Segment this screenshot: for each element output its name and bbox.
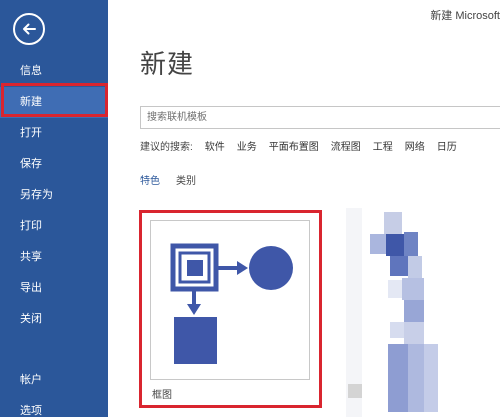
blur-block <box>348 384 362 398</box>
blur-block <box>384 212 402 234</box>
suggested-link-engineering[interactable]: 工程 <box>373 138 393 153</box>
blur-block <box>386 234 404 256</box>
suggested-searches: 建议的搜索: 软件 业务 平面布置图 流程图 工程 网络 日历 <box>140 138 457 153</box>
sidebar-item-close[interactable]: 关闭 <box>0 304 108 335</box>
back-arrow-icon <box>23 23 36 35</box>
template-highlight-box <box>139 210 322 408</box>
blur-block <box>390 256 408 276</box>
template-filter-tabs: 特色 类别 <box>140 172 212 187</box>
sidebar-item-save[interactable]: 保存 <box>0 149 108 180</box>
template-search-input[interactable] <box>141 107 500 128</box>
new-item-highlight-box <box>1 83 108 117</box>
blur-block <box>390 322 404 338</box>
sidebar-item-share[interactable]: 共享 <box>0 242 108 273</box>
sidebar-item-options[interactable]: 选项 <box>0 396 108 417</box>
blur-block <box>370 234 386 254</box>
backstage-sidebar: 信息 新建 打开 保存 另存为 打印 共享 导出 关闭 帐户 选项 <box>0 0 108 417</box>
suggested-link-flowchart[interactable]: 流程图 <box>331 138 361 153</box>
template-tile-blurred[interactable] <box>346 208 500 417</box>
suggested-link-software[interactable]: 软件 <box>205 138 225 153</box>
tab-featured[interactable]: 特色 <box>140 172 160 187</box>
tab-categories[interactable]: 类别 <box>176 172 196 187</box>
blur-block <box>388 344 408 412</box>
sidebar-item-save-as[interactable]: 另存为 <box>0 180 108 211</box>
suggested-link-business[interactable]: 业务 <box>237 138 257 153</box>
blur-block <box>404 232 418 258</box>
page-title: 新建 <box>140 49 195 79</box>
blur-block <box>388 280 402 298</box>
suggested-link-network[interactable]: 网络 <box>405 138 425 153</box>
blur-block <box>408 344 424 412</box>
sidebar-item-open[interactable]: 打开 <box>0 118 108 149</box>
back-button[interactable] <box>13 13 45 45</box>
blur-block <box>404 300 424 322</box>
blur-block <box>424 344 438 412</box>
suggested-link-floorplan[interactable]: 平面布置图 <box>269 138 319 153</box>
suggested-searches-label: 建议的搜索: <box>140 142 193 153</box>
sidebar-item-print[interactable]: 打印 <box>0 211 108 242</box>
template-search-box[interactable] <box>140 106 500 129</box>
blur-block <box>402 278 424 300</box>
sidebar-item-export[interactable]: 导出 <box>0 273 108 304</box>
suggested-link-calendar[interactable]: 日历 <box>437 138 457 153</box>
sidebar-item-account[interactable]: 帐户 <box>0 365 108 396</box>
blur-block <box>408 256 422 278</box>
window-title: 新建 Microsoft <box>430 10 500 22</box>
blur-block <box>404 322 424 344</box>
